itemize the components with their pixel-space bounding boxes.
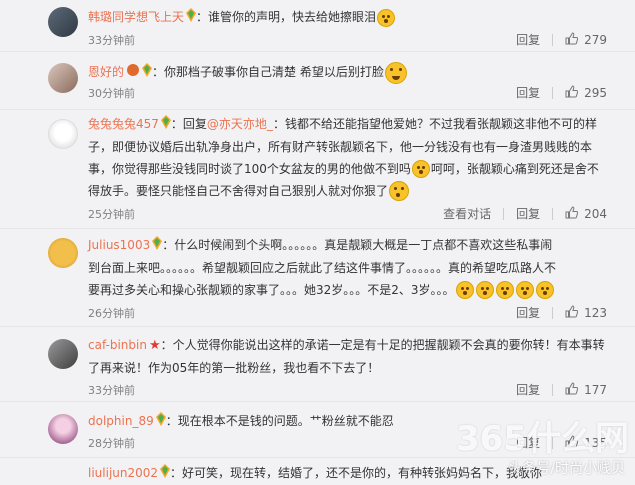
like-count: 204	[584, 206, 607, 221]
comment-text: ：钱都不给还能指望他爱她？不过我看张靓颖这非他不可的样	[272, 117, 597, 131]
commenter-name[interactable]: 恩好的	[88, 65, 124, 79]
comment-text: 要再过多关心和操心张靓颖的家事了。。。她32岁。。。不是2、3岁。。。	[88, 282, 455, 297]
comment-time: 26分钟前	[88, 307, 135, 320]
vip-badge-icon	[155, 411, 166, 433]
commenter-name[interactable]: Julius1003	[88, 238, 150, 252]
comment-text: 到台面上来吧。。。。。。希望靓颖回应之后就此了结这件事情了。。。。。。真的希望吃…	[88, 260, 557, 275]
surprised-emoji-icon	[455, 281, 474, 299]
like-count: 135	[584, 435, 607, 450]
comment-item: caf-binbin ★：个人觉得你能说出这样的承诺一定是有十足的把握靓颖不会真的…	[0, 327, 635, 402]
vip-badge-icon	[160, 463, 171, 485]
like-count: 279	[584, 32, 607, 47]
thumbs-up-icon[interactable]	[565, 84, 579, 101]
comment-text: ：个人觉得你能说出这样的承诺一定是有十足的把握靓颖不会真的要你转！有本事转	[160, 338, 605, 352]
thumbs-up-icon[interactable]	[565, 31, 579, 48]
comment-time: 28分钟前	[88, 437, 135, 450]
reply-prefix: ：回复	[170, 117, 207, 131]
comment-text: ：现在根本不是钱的问题。艹粉丝就不能忍	[165, 414, 394, 428]
comment-text: 得放手。要怪只能怪自己不舍得对自己狠别人就对你狠了	[88, 183, 389, 198]
commenter-name[interactable]: 兔兔兔兔457	[88, 117, 159, 131]
smile-emoji-icon	[411, 160, 430, 178]
comment-item: dolphin_89 ：现在根本不是钱的问题。艹粉丝就不能忍 28分钟前 回复 13…	[0, 402, 635, 458]
like-count: 177	[584, 382, 607, 397]
comment-text: ：谁管你的声明，快去给她擦眼泪	[196, 10, 377, 24]
thumbs-up-icon[interactable]	[565, 434, 579, 451]
thumbs-up-icon[interactable]	[565, 205, 579, 222]
view-conversation-link[interactable]: 查看对话	[443, 205, 491, 222]
comment-item: Julius1003 ：什么时候闹到个头啊。。。。。。真是靓颖大概是一丁点都不喜欢…	[0, 229, 635, 327]
vip-badge-icon	[126, 62, 140, 84]
reply-button[interactable]: 回复	[516, 304, 540, 321]
comment-time: 30分钟前	[88, 87, 135, 100]
avatar[interactable]	[48, 414, 78, 444]
vip-badge-icon	[160, 114, 171, 136]
comment-time: 25分钟前	[88, 208, 135, 221]
comment-text: 呵呵，张靓颖心痛到死还是舍不	[430, 161, 599, 176]
comment-text: ：什么时候闹到个头啊。。。。。。真是靓颖大概是一丁点都不喜欢这些私事闹	[162, 238, 553, 252]
surprised-emoji-icon	[495, 281, 514, 299]
avatar[interactable]	[48, 238, 78, 268]
commenter-name[interactable]: 韩璐同学想飞上天	[88, 10, 184, 24]
reply-button[interactable]: 回复	[516, 31, 540, 48]
reply-button[interactable]: 回复	[516, 381, 540, 398]
comment-text: 了再来说！作为05年的第一批粉丝，我也看不下去了！	[88, 360, 380, 375]
comment-text: 事，你觉得那些没钱同时谈了100个女盆友的男的他做不到吗	[88, 161, 411, 176]
avatar[interactable]	[48, 7, 78, 37]
vip-badge-icon	[142, 62, 153, 84]
surprised-emoji-icon	[515, 281, 534, 299]
comment-text: ：好可笑，现在转，结婚了，还不是你的，有种转张妈妈名下，我敬你	[170, 466, 543, 480]
thumbs-up-icon[interactable]	[565, 381, 579, 398]
commenter-name[interactable]: liulijun2002	[88, 466, 158, 480]
like-count: 123	[584, 305, 607, 320]
comment-item: liulijun2002 ：好可笑，现在转，结婚了，还不是你的，有种转张妈妈名下，…	[0, 458, 635, 482]
vip-badge-icon	[186, 7, 197, 29]
avatar[interactable]	[48, 63, 78, 93]
reply-button[interactable]: 回复	[516, 84, 540, 101]
comment-item: 韩璐同学想飞上天 ：谁管你的声明，快去给她擦眼泪 33分钟前 回复 279	[0, 0, 635, 52]
reply-button[interactable]: 回复	[516, 434, 540, 451]
avatar[interactable]	[48, 339, 78, 369]
mention-link[interactable]: @亦天亦地_	[207, 117, 273, 131]
surprised-emoji-icon	[535, 281, 554, 299]
comment-text: 子，即便协议婚后出轨净身出户，所有财产转张靓颖名下，他一分钱没有也有一身渣男贱贱…	[88, 139, 593, 154]
crying-emoji-icon	[377, 8, 396, 27]
commenter-name[interactable]: dolphin_89	[88, 414, 154, 428]
comment-feed: 韩璐同学想飞上天 ：谁管你的声明，快去给她擦眼泪 33分钟前 回复 279 恩好的 ：…	[0, 0, 635, 482]
smile-emoji-icon	[389, 181, 410, 201]
smile-emoji-icon	[384, 61, 407, 84]
surprised-emoji-icon	[475, 281, 494, 299]
comment-item: 恩好的 ：你那档子破事你自己清楚 希望以后别打脸 30分钟前 回复 295	[0, 52, 635, 110]
reply-button[interactable]: 回复	[516, 205, 540, 222]
commenter-name[interactable]: caf-binbin	[88, 338, 147, 352]
avatar[interactable]	[48, 119, 78, 149]
like-count: 295	[584, 85, 607, 100]
comment-time: 33分钟前	[88, 384, 135, 397]
red-star-icon: ★	[148, 337, 161, 353]
comment-text: ：你那档子破事你自己清楚 希望以后别打脸	[152, 65, 384, 79]
vip-badge-icon	[152, 235, 163, 257]
comment-item: 兔兔兔兔457 ：回复@亦天亦地_：钱都不给还能指望他爱她？不过我看张靓颖这非他不…	[0, 110, 635, 229]
comment-time: 33分钟前	[88, 34, 135, 47]
thumbs-up-icon[interactable]	[565, 304, 579, 321]
